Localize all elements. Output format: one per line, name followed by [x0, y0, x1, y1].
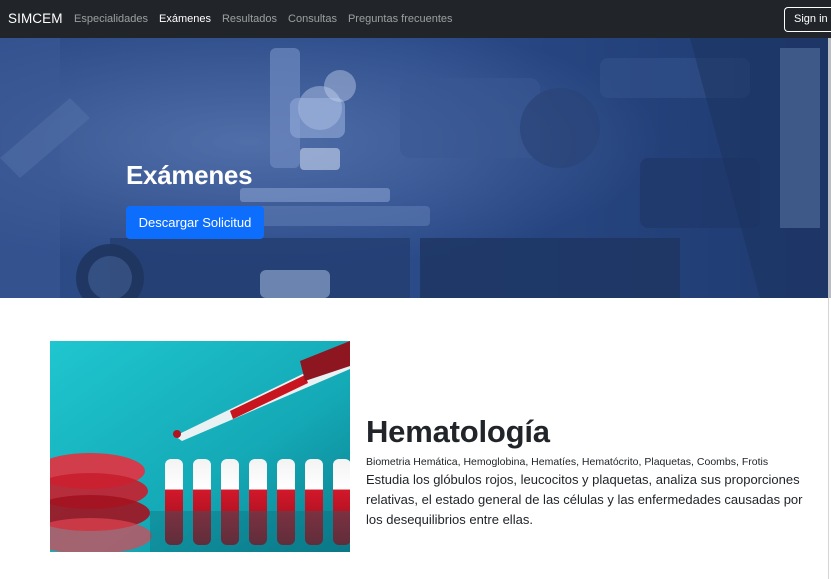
blood-samples-pipette-image: [50, 341, 350, 552]
nav-links: Especialidades Exámenes Resultados Consu…: [74, 0, 464, 38]
hematology-card: [50, 341, 350, 552]
section-title: Hematología: [366, 414, 550, 449]
nav-link-especialidades[interactable]: Especialidades: [74, 13, 148, 25]
brand-logo[interactable]: SIMCEM: [8, 0, 63, 38]
nav-link-resultados[interactable]: Resultados: [222, 13, 277, 25]
nav-link-consultas[interactable]: Consultas: [288, 13, 337, 25]
hero-title: Exámenes: [126, 160, 253, 190]
section-description: Estudia los glóbulos rojos, leucocitos y…: [366, 472, 803, 527]
sign-in-button[interactable]: Sign in: [784, 7, 831, 32]
download-request-button[interactable]: Descargar Solicitud: [126, 206, 264, 239]
page-divider: [828, 298, 829, 579]
laboratory-microscope-image: [0, 38, 828, 298]
nav-link-preguntas-frecuentes[interactable]: Preguntas frecuentes: [348, 13, 453, 25]
nav-link-examenes[interactable]: Exámenes: [159, 13, 211, 25]
exam-list: Biometria Hemática, Hemoglobina, Hematíe…: [366, 456, 769, 468]
top-navbar: SIMCEM Especialidades Exámenes Resultado…: [0, 0, 831, 38]
hero-banner: Exámenes Descargar Solicitud: [0, 38, 828, 298]
